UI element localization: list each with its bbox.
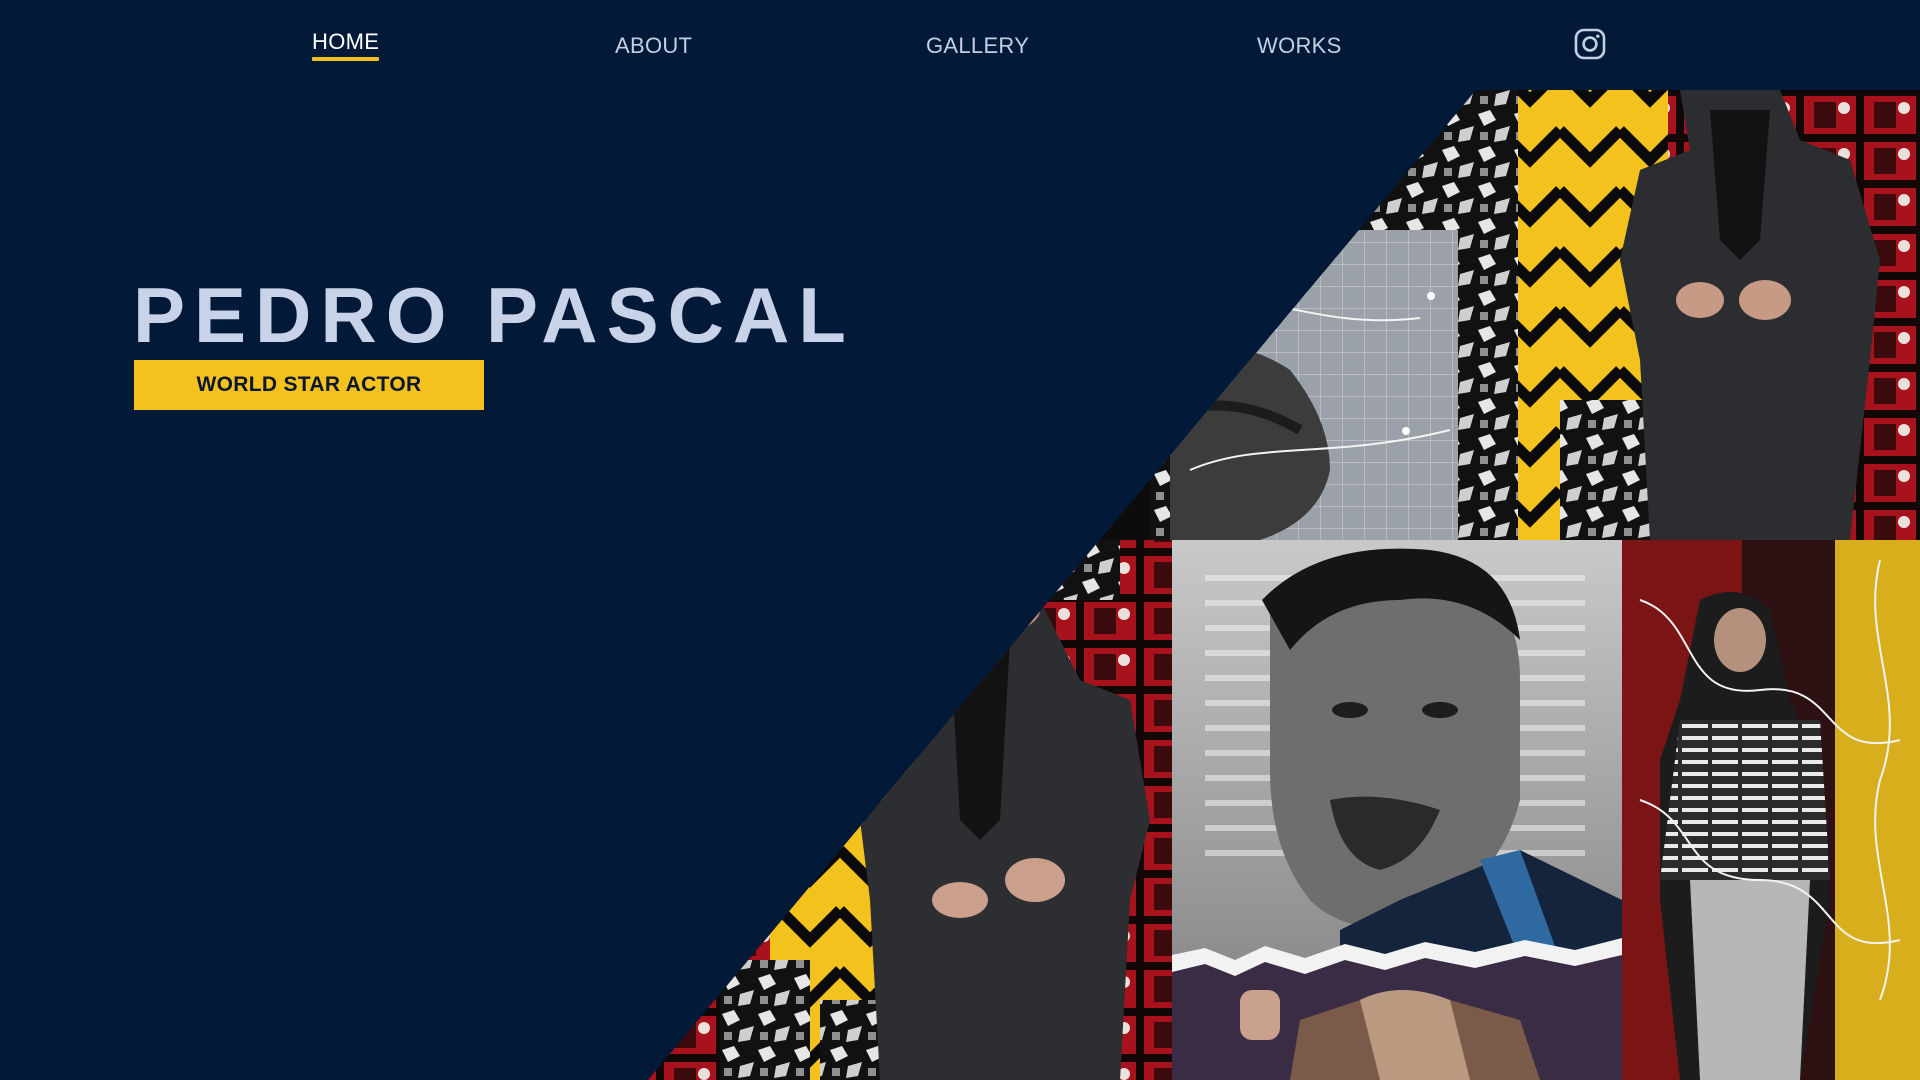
nav-home-link[interactable]: HOME xyxy=(312,29,380,61)
torn-paper-panel xyxy=(1172,938,1622,1080)
main-navigation: HOME ABOUT GALLERY WORKS xyxy=(0,0,1920,90)
nav-gallery-link[interactable]: GALLERY xyxy=(926,33,1029,59)
patterned-sweater-panel xyxy=(1622,540,1920,1080)
yellow-chevron-suit-panel xyxy=(1518,90,1920,540)
close-up-profile-panel xyxy=(1150,90,1460,540)
instagram-icon[interactable] xyxy=(1574,28,1606,60)
nav-works-link[interactable]: WORKS xyxy=(1257,33,1342,59)
portrait-closeup-panel xyxy=(1172,540,1622,960)
suit-buttoning-panel xyxy=(648,540,1172,1080)
photo-collage xyxy=(648,90,1920,1080)
nav-about-link[interactable]: ABOUT xyxy=(615,33,692,59)
